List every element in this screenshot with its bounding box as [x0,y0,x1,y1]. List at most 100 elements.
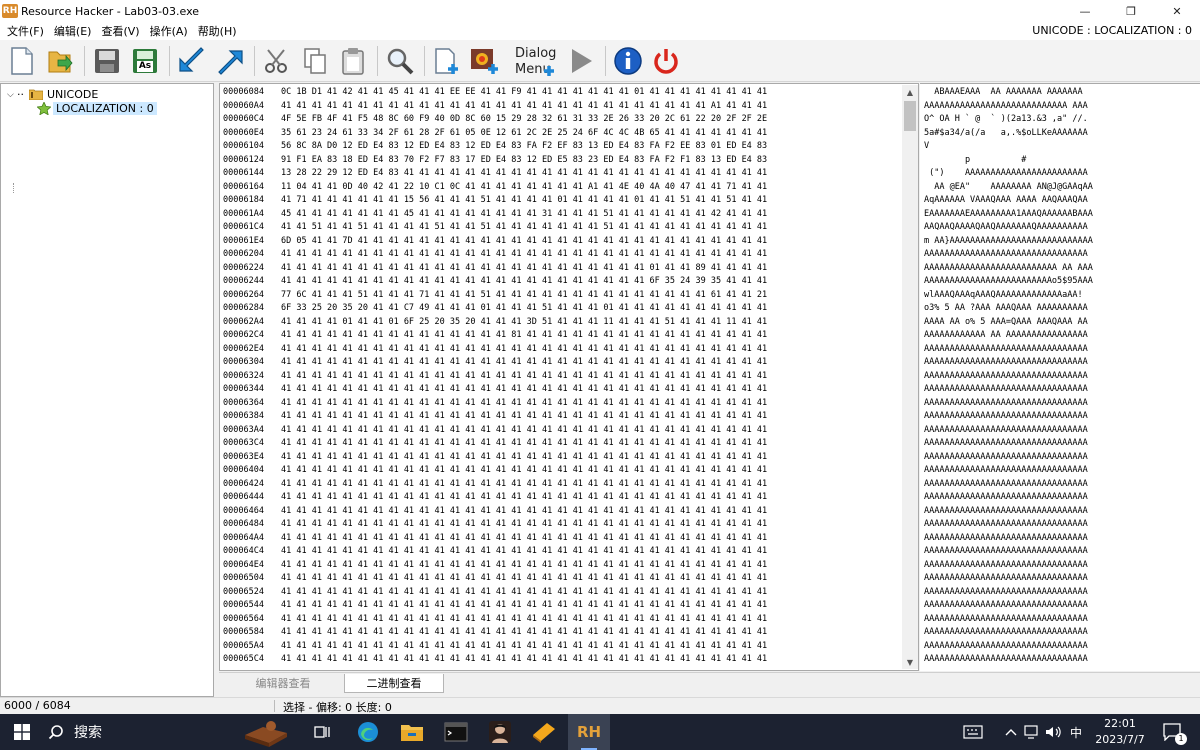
ascii-row[interactable]: AAAAAAAAAAAAAAAAAAAAAAAAAAAAAAAA [924,518,1088,532]
ascii-row[interactable]: wlAAAQAAAqAAAQAAAAAAAAAAAAAaAA! [924,289,1083,303]
hex-row[interactable]: 000060E4 35 61 23 24 61 33 34 2F 61 28 2F… [220,127,902,141]
find-icon[interactable] [382,43,418,79]
portrait-app-icon[interactable] [482,714,518,750]
menu-file[interactable]: 文件(F) [2,23,49,39]
scroll-thumb[interactable] [904,101,916,131]
hex-bytes[interactable]: 91 F1 EA 83 18 ED E4 83 70 F2 F7 83 17 E… [281,154,841,168]
hex-row[interactable]: 00006524 41 41 41 41 41 41 41 41 41 41 41… [220,586,902,600]
cut-icon[interactable] [259,43,295,79]
ascii-row[interactable]: AAAA AA o% 5 AAA=QAAA AAAQAAA AA [924,316,1088,330]
info-icon[interactable] [610,43,646,79]
ascii-row[interactable]: AAAAAAAAAAAAAAAAAAAAAAAAAAAAAAAA [924,626,1088,640]
hex-bytes[interactable]: 41 41 41 41 41 41 41 41 41 41 41 41 41 4… [281,464,841,478]
ascii-row[interactable]: AAAAAAAAAAAAAAAAAAAAAAAAAAAAAAAA [924,424,1088,438]
hex-bytes[interactable]: 77 6C 41 41 41 51 41 41 41 71 41 41 41 5… [281,289,841,303]
taskbar-clock[interactable]: 22:01 2023/7/7 [1092,716,1148,748]
hex-row[interactable]: 00006424 41 41 41 41 41 41 41 41 41 41 41… [220,478,902,492]
hex-bytes[interactable]: 41 41 41 41 41 41 41 41 41 41 41 41 41 4… [281,532,841,546]
hex-bytes[interactable]: 41 41 41 41 41 41 41 41 41 41 41 41 41 4… [281,437,841,451]
minimize-button[interactable]: — [1062,0,1108,22]
hex-bytes[interactable]: 41 41 41 41 41 41 41 41 41 41 41 41 41 4… [281,653,841,667]
scroll-up-icon[interactable]: ▲ [902,85,918,99]
ascii-row[interactable]: (") AAAAAAAAAAAAAAAAAAAAAAAA [924,167,1088,181]
ascii-row[interactable]: ABAAAEAAA AA AAAAAAA AAAAAAA [924,86,1082,100]
task-view-icon[interactable] [304,714,340,750]
hex-row[interactable]: 00006464 41 41 41 41 41 41 41 41 41 41 41… [220,505,902,519]
hex-row[interactable]: 00006404 41 41 41 41 41 41 41 41 41 41 41… [220,464,902,478]
hex-row[interactable]: 000065C4 41 41 41 41 41 41 41 41 41 41 41… [220,653,902,667]
ascii-row[interactable]: AAAAAAAAAAAAAAAAAAAAAAAAAAAAAAAA [924,464,1088,478]
hex-bytes[interactable]: 6D 05 41 41 7D 41 41 41 41 41 41 41 41 4… [281,235,841,249]
ascii-row[interactable]: AAAAAAAAAAAAAAAAAAAAAAAAAAAAAAAA [924,505,1088,519]
forward-arrow-icon[interactable] [212,43,248,79]
tab-binary-view[interactable]: 二进制查看 [344,674,444,693]
ascii-row[interactable]: AAAAAAAAAAAAAAAAAAAAAAAAAAAAAAAA [924,356,1088,370]
hex-row[interactable]: 00006124 91 F1 EA 83 18 ED E4 83 70 F2 F7… [220,154,902,168]
hex-bytes[interactable]: 41 41 41 41 41 41 41 41 41 41 41 41 41 4… [281,451,841,465]
hex-row[interactable]: 00006444 41 41 41 41 41 41 41 41 41 41 41… [220,491,902,505]
hex-row[interactable]: 000060A4 41 41 41 41 41 41 41 41 41 41 41… [220,100,902,114]
back-arrow-icon[interactable] [174,43,210,79]
power-icon[interactable] [648,43,684,79]
hex-row[interactable]: 000065A4 41 41 41 41 41 41 41 41 41 41 41… [220,640,902,654]
hex-bytes[interactable]: 41 41 41 41 41 41 41 41 41 41 41 41 41 4… [281,518,841,532]
hex-row[interactable]: 00006584 41 41 41 41 41 41 41 41 41 41 41… [220,626,902,640]
hex-row[interactable]: 000062E4 41 41 41 41 41 41 41 41 41 41 41… [220,343,902,357]
tree-node-unicode[interactable]: ⌵ ·· UNICODE [7,87,98,102]
save-icon[interactable] [89,43,125,79]
ascii-row[interactable]: O^ OA H ` @ ` )(2a13.&3 ,a" //. [924,113,1088,127]
hex-bytes[interactable]: 6F 33 25 20 35 20 41 41 C7 49 41 41 41 0… [281,302,841,316]
hex-row[interactable]: 00006184 41 71 41 41 41 41 41 41 15 56 41… [220,194,902,208]
paste-icon[interactable] [335,43,371,79]
hex-bytes[interactable]: 41 41 41 41 41 41 41 41 41 41 41 41 41 4… [281,383,841,397]
hex-row[interactable]: 000064E4 41 41 41 41 41 41 41 41 41 41 41… [220,559,902,573]
menu-view[interactable]: 查看(V) [96,23,144,39]
ascii-row[interactable]: AAAAAAAAAAAAAAAAAAAAAAAAAAAAAAAA [924,640,1088,654]
add-image-icon[interactable] [467,43,503,79]
ascii-row[interactable]: AAAAAAAAAAAAAAAAAAAAAAAAAAAAAAAA [924,410,1088,424]
ascii-row[interactable]: AAQAAQAAAAQAAQAAAAAAAQAAAAAAAAAA [924,221,1088,235]
ascii-row[interactable]: AAAAAAAAAAAAAAAAAAAAAAAAAAAAAAAA [924,572,1088,586]
hex-row[interactable]: 000062A4 41 41 41 41 01 41 41 01 6F 25 20… [220,316,902,330]
hex-row[interactable]: 000063C4 41 41 41 41 41 41 41 41 41 41 41… [220,437,902,451]
hex-row[interactable]: 00006564 41 41 41 41 41 41 41 41 41 41 41… [220,613,902,627]
tree-collapse-icon[interactable]: ⌵ [7,90,17,100]
ascii-row[interactable]: m AA}AAAAAAAAAAAAAAAAAAAAAAAAAAAA [924,235,1093,249]
ascii-row[interactable]: AAAAAAAAAAAAAAAAAAAAAAAAAAAAAAAA [924,451,1088,465]
hex-bytes[interactable]: 41 41 41 41 41 41 41 41 41 41 41 41 41 4… [281,640,841,654]
hex-bytes[interactable]: 41 41 41 41 41 41 41 41 41 41 41 41 41 4… [281,586,841,600]
hex-row[interactable]: 00006264 77 6C 41 41 41 51 41 41 41 71 41… [220,289,902,303]
hex-bytes[interactable]: 45 41 41 41 41 41 41 41 45 41 41 41 41 4… [281,208,841,222]
hex-row[interactable]: 000061A4 45 41 41 41 41 41 41 41 45 41 41… [220,208,902,222]
hex-row[interactable]: 000064C4 41 41 41 41 41 41 41 41 41 41 41… [220,545,902,559]
scroll-down-icon[interactable]: ▼ [902,655,918,669]
hex-row[interactable]: 00006084 0C 1B D1 41 42 41 41 45 41 41 41… [220,86,902,100]
hex-bytes[interactable]: 41 41 41 41 01 41 41 01 6F 25 20 35 20 4… [281,316,841,330]
tree-node-localization[interactable]: LOCALIZATION : 0 [36,101,157,116]
taskbar-search[interactable]: 搜索 [48,714,238,750]
hex-bytes[interactable]: 41 41 41 41 41 41 41 41 41 41 41 41 41 4… [281,370,841,384]
hex-bytes[interactable]: 41 41 41 41 41 41 41 41 41 41 41 41 41 4… [281,100,841,114]
hex-row[interactable]: 00006324 41 41 41 41 41 41 41 41 41 41 41… [220,370,902,384]
hex-bytes[interactable]: 0C 1B D1 41 42 41 41 45 41 41 41 EE EE 4… [281,86,841,100]
hex-row[interactable]: 00006384 41 41 41 41 41 41 41 41 41 41 41… [220,410,902,424]
ascii-row[interactable]: AAAAAAAAAAAAAAAAAAAAAAAAAAAAAAAA [924,248,1088,262]
hex-row[interactable]: 00006364 41 41 41 41 41 41 41 41 41 41 41… [220,397,902,411]
ascii-row[interactable]: 5a#$a34/a(/a a,.%$oLLKeAAAAAAA [924,127,1088,141]
ascii-row[interactable]: AAAAAAAAAAAAAAAAAAAAAAAAAAAAAAAA [924,653,1088,667]
hex-bytes[interactable]: 56 8C 8A D0 12 ED E4 83 12 ED E4 83 12 E… [281,140,841,154]
ascii-row[interactable]: AAAAAAAAAAAAAAAAAAAAAAAAAAAAAAAA [924,545,1088,559]
ascii-row[interactable]: AAAAAAAAAAAAAAAAAAAAAAAAAAAA AAA [924,100,1088,114]
menu-action[interactable]: 操作(A) [145,23,193,39]
hex-bytes[interactable]: 11 04 41 41 0D 40 42 41 22 10 C1 0C 41 4… [281,181,841,195]
ascii-row[interactable]: AA @EA" AAAAAAAA AN@J@GAAqAA [924,181,1093,195]
hex-bytes[interactable]: 41 41 41 41 41 41 41 41 41 41 41 41 41 4… [281,275,841,289]
ascii-row[interactable]: AAAAAAAAAAAAAAAAAAAAAAAAAAAAAAAA [924,383,1088,397]
ascii-row[interactable]: AAAAAAAAAAAAAAAAAAAAAAAAAAAAAAAA [924,478,1088,492]
notification-center-icon[interactable]: 1 [1158,714,1188,750]
start-windows-icon[interactable] [8,714,36,750]
hex-row[interactable]: 000061E4 6D 05 41 41 7D 41 41 41 41 41 41… [220,235,902,249]
hex-vertical-scrollbar[interactable]: ▲ ▼ [902,85,918,669]
new-file-icon[interactable] [4,43,40,79]
hex-bytes[interactable]: 41 41 41 41 41 41 41 41 41 41 41 41 41 4… [281,613,841,627]
